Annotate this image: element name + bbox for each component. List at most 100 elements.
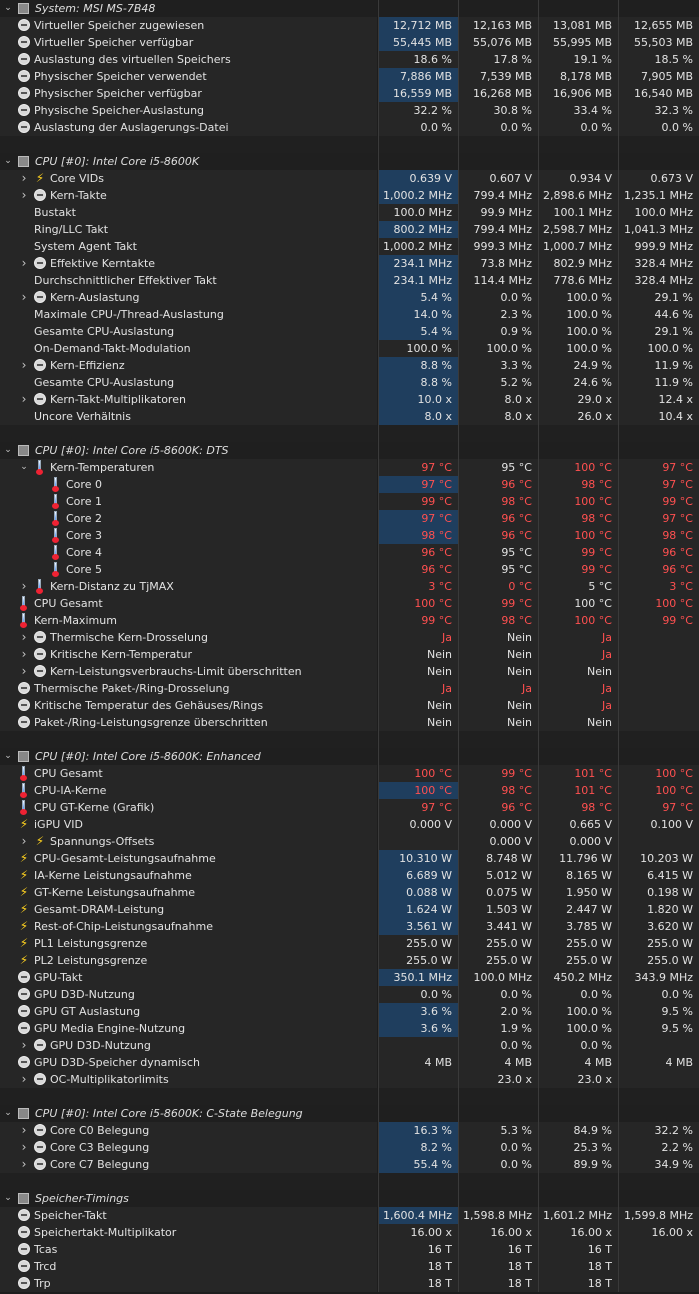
expand-chevron-icon[interactable]: › bbox=[19, 1139, 29, 1156]
sensor-row[interactable]: › Kern-Leistungsverbrauchs-Limit überschr… bbox=[0, 663, 699, 680]
expand-chevron-icon[interactable]: › bbox=[19, 1122, 29, 1139]
current-value: 255.0 W bbox=[378, 952, 458, 969]
sensor-row[interactable]: Core 1 99 °C 98 °C 100 °C 99 °C bbox=[0, 493, 699, 510]
expand-chevron-icon[interactable]: › bbox=[19, 170, 29, 187]
sensor-row[interactable]: Maximale CPU-/Thread-Auslastung 14.0 % 2.3… bbox=[0, 306, 699, 323]
expand-chevron-icon[interactable]: › bbox=[19, 629, 29, 646]
sensor-row[interactable]: Durchschnittlicher Effektiver Takt 234.1 … bbox=[0, 272, 699, 289]
expand-chevron-icon[interactable]: › bbox=[19, 578, 29, 595]
expand-chevron-icon[interactable]: › bbox=[19, 663, 29, 680]
sensor-row[interactable]: ⚡ PL2 Leistungsgrenze 255.0 W 255.0 W 255.0 … bbox=[0, 952, 699, 969]
sensor-row[interactable]: System Agent Takt 1,000.2 MHz 999.3 MHz 1,0… bbox=[0, 238, 699, 255]
sensor-row[interactable]: Physischer Speicher verfügbar 16,559 MB 16… bbox=[0, 85, 699, 102]
sensor-row[interactable]: Gesamte CPU-Auslastung 5.4 % 0.9 % 100.0 % 2… bbox=[0, 323, 699, 340]
sensor-row[interactable]: › Kern-Distanz zu TjMAX 3 °C 0 °C 5 °C 3 °C bbox=[0, 578, 699, 595]
collapse-chevron-icon[interactable]: ⌄ bbox=[19, 459, 29, 476]
sensor-row[interactable]: Speichertakt-Multiplikator 16.00 x 16.00 x… bbox=[0, 1224, 699, 1241]
sensor-row[interactable]: › Kritische Kern-Temperatur Nein Nein Ja bbox=[0, 646, 699, 663]
expand-chevron-icon[interactable]: › bbox=[19, 357, 29, 374]
section-header[interactable]: ⌄ System: MSI MS-7B48 bbox=[0, 0, 699, 17]
sensor-row[interactable]: › Kern-Takte 1,000.2 MHz 799.4 MHz 2,898.6 M… bbox=[0, 187, 699, 204]
sensor-row[interactable]: Virtueller Speicher verfügbar 55,445 MB 55… bbox=[0, 34, 699, 51]
section-header[interactable]: ⌄ Speicher-Timings bbox=[0, 1190, 699, 1207]
sensor-row[interactable]: CPU Gesamt 100 °C 99 °C 100 °C 100 °C bbox=[0, 595, 699, 612]
sensor-row[interactable]: › Kern-Auslastung 5.4 % 0.0 % 100.0 % 29.1 % bbox=[0, 289, 699, 306]
sensor-row[interactable]: ⚡ IA-Kerne Leistungsaufnahme 6.689 W 5.012 … bbox=[0, 867, 699, 884]
sensor-row[interactable]: Gesamte CPU-Auslastung 8.8 % 5.2 % 24.6 % 11… bbox=[0, 374, 699, 391]
expand-chevron-icon[interactable]: › bbox=[19, 255, 29, 272]
sensor-row[interactable]: Trp 18 T 18 T 18 T bbox=[0, 1275, 699, 1292]
section-header[interactable]: ⌄ CPU [#0]: Intel Core i5-8600K bbox=[0, 153, 699, 170]
collapse-chevron-icon[interactable]: ⌄ bbox=[3, 1105, 13, 1122]
sensor-row[interactable]: Core 4 96 °C 95 °C 99 °C 96 °C bbox=[0, 544, 699, 561]
sensor-row[interactable]: Core 3 98 °C 96 °C 100 °C 98 °C bbox=[0, 527, 699, 544]
sensor-row[interactable]: GPU GT Auslastung 3.6 % 2.0 % 100.0 % 9.5 % bbox=[0, 1003, 699, 1020]
sensor-row[interactable]: › Core C0 Belegung 16.3 % 5.3 % 84.9 % 32.2 % bbox=[0, 1122, 699, 1139]
average-value: 16,540 MB bbox=[618, 85, 699, 102]
expand-chevron-icon[interactable]: › bbox=[19, 289, 29, 306]
sensor-row[interactable]: Physische Speicher-Auslastung 32.2 % 30.8 … bbox=[0, 102, 699, 119]
sensor-row[interactable]: › OC-Multiplikatorlimits 23.0 x 23.0 x bbox=[0, 1071, 699, 1088]
expand-chevron-icon[interactable]: › bbox=[19, 646, 29, 663]
sensor-row[interactable]: › Thermische Kern-Drosselung Ja Nein Ja bbox=[0, 629, 699, 646]
sensor-row[interactable]: CPU Gesamt 100 °C 99 °C 101 °C 100 °C bbox=[0, 765, 699, 782]
sensor-row[interactable]: Thermische Paket-/Ring-Drosselung Ja Ja Ja bbox=[0, 680, 699, 697]
spacer-cell bbox=[378, 1088, 458, 1105]
collapse-chevron-icon[interactable]: ⌄ bbox=[3, 153, 13, 170]
sensor-row[interactable]: Bustakt 100.0 MHz 99.9 MHz 100.1 MHz 100.0 M… bbox=[0, 204, 699, 221]
sensor-row[interactable]: Virtueller Speicher zugewiesen 12,712 MB 1… bbox=[0, 17, 699, 34]
sensor-row[interactable]: › GPU D3D-Nutzung 0.0 % 0.0 % bbox=[0, 1037, 699, 1054]
sensor-row[interactable]: On-Demand-Takt-Modulation 100.0 % 100.0 % 1… bbox=[0, 340, 699, 357]
sensor-row[interactable]: ⚡ iGPU VID 0.000 V 0.000 V 0.665 V 0.100 V bbox=[0, 816, 699, 833]
expand-chevron-icon[interactable]: › bbox=[19, 1156, 29, 1173]
sensor-row[interactable]: › Kern-Effizienz 8.8 % 3.3 % 24.9 % 11.9 % bbox=[0, 357, 699, 374]
sensor-row[interactable]: Kritische Temperatur des Gehäuses/Rings N… bbox=[0, 697, 699, 714]
sensor-row[interactable]: › ⚡ Spannungs-Offsets 0.000 V 0.000 V bbox=[0, 833, 699, 850]
sensor-row[interactable]: Uncore Verhältnis 8.0 x 8.0 x 26.0 x 10.4 x bbox=[0, 408, 699, 425]
expand-chevron-icon[interactable]: › bbox=[19, 1071, 29, 1088]
current-value: 1,000.2 MHz bbox=[378, 238, 458, 255]
collapse-chevron-icon[interactable]: ⌄ bbox=[3, 0, 13, 17]
sensor-row[interactable]: ⚡ CPU-Gesamt-Leistungsaufnahme 10.310 W 8.7… bbox=[0, 850, 699, 867]
sensor-row[interactable]: ⌄ Kern-Temperaturen 97 °C 95 °C 100 °C 97 °C bbox=[0, 459, 699, 476]
sensor-row[interactable]: GPU Media Engine-Nutzung 3.6 % 1.9 % 100.0 … bbox=[0, 1020, 699, 1037]
sensor-row[interactable]: CPU GT-Kerne (Grafik) 97 °C 96 °C 98 °C 97 °… bbox=[0, 799, 699, 816]
sensor-row[interactable]: › ⚡ Core VIDs 0.639 V 0.607 V 0.934 V 0.673 V bbox=[0, 170, 699, 187]
sensor-row[interactable]: ⚡ GT-Kerne Leistungsaufnahme 0.088 W 0.075 … bbox=[0, 884, 699, 901]
expand-chevron-icon[interactable]: › bbox=[19, 833, 29, 850]
collapse-chevron-icon[interactable]: ⌄ bbox=[3, 1190, 13, 1207]
sensor-row[interactable]: Trcd 18 T 18 T 18 T bbox=[0, 1258, 699, 1275]
sensor-row[interactable]: ⚡ PL1 Leistungsgrenze 255.0 W 255.0 W 255.0 … bbox=[0, 935, 699, 952]
sensor-row[interactable]: › Effektive Kerntakte 234.1 MHz 73.8 MHz 802… bbox=[0, 255, 699, 272]
section-header[interactable]: ⌄ CPU [#0]: Intel Core i5-8600K: Enhanced bbox=[0, 748, 699, 765]
expand-chevron-icon[interactable]: › bbox=[19, 391, 29, 408]
section-header[interactable]: ⌄ CPU [#0]: Intel Core i5-8600K: C-State … bbox=[0, 1105, 699, 1122]
sensor-row[interactable]: Auslastung des virtuellen Speichers 18.6 … bbox=[0, 51, 699, 68]
sensor-row[interactable]: Physischer Speicher verwendet 7,886 MB 7,5… bbox=[0, 68, 699, 85]
sensor-row[interactable]: Core 5 96 °C 95 °C 99 °C 96 °C bbox=[0, 561, 699, 578]
sensor-label: CPU Gesamt bbox=[34, 767, 103, 780]
sensor-row[interactable]: Ring/LLC Takt 800.2 MHz 799.4 MHz 2,598.7 M… bbox=[0, 221, 699, 238]
collapse-chevron-icon[interactable]: ⌄ bbox=[3, 748, 13, 765]
current-value: 99 °C bbox=[378, 493, 458, 510]
sensor-row[interactable]: CPU-IA-Kerne 100 °C 98 °C 101 °C 100 °C bbox=[0, 782, 699, 799]
section-header[interactable]: ⌄ CPU [#0]: Intel Core i5-8600K: DTS bbox=[0, 442, 699, 459]
sensor-row[interactable]: GPU D3D-Nutzung 0.0 % 0.0 % 0.0 % 0.0 % bbox=[0, 986, 699, 1003]
sensor-row[interactable]: GPU D3D-Speicher dynamisch 4 MB 4 MB 4 MB 4 … bbox=[0, 1054, 699, 1071]
sensor-row[interactable]: › Core C3 Belegung 8.2 % 0.0 % 25.3 % 2.2 % bbox=[0, 1139, 699, 1156]
sensor-row[interactable]: ⚡ Gesamt-DRAM-Leistung 1.624 W 1.503 W 2.447… bbox=[0, 901, 699, 918]
sensor-row[interactable]: Tcas 16 T 16 T 16 T bbox=[0, 1241, 699, 1258]
sensor-row[interactable]: Core 0 97 °C 96 °C 98 °C 97 °C bbox=[0, 476, 699, 493]
sensor-row[interactable]: GPU-Takt 350.1 MHz 100.0 MHz 450.2 MHz 343.9… bbox=[0, 969, 699, 986]
sensor-row[interactable]: Paket-/Ring-Leistungsgrenze überschritte… bbox=[0, 714, 699, 731]
expand-chevron-icon[interactable]: › bbox=[19, 187, 29, 204]
sensor-row[interactable]: Kern-Maximum 99 °C 98 °C 100 °C 99 °C bbox=[0, 612, 699, 629]
sensor-row[interactable]: Auslastung der Auslagerungs-Datei 0.0 % 0.… bbox=[0, 119, 699, 136]
collapse-chevron-icon[interactable]: ⌄ bbox=[3, 442, 13, 459]
sensor-row[interactable]: › Kern-Takt-Multiplikatoren 10.0 x 8.0 x 29.… bbox=[0, 391, 699, 408]
sensor-row[interactable]: ⚡ Rest-of-Chip-Leistungsaufnahme 3.561 W 3.… bbox=[0, 918, 699, 935]
sensor-row[interactable]: Core 2 97 °C 96 °C 98 °C 97 °C bbox=[0, 510, 699, 527]
expand-chevron-icon[interactable]: › bbox=[19, 1037, 29, 1054]
sensor-row[interactable]: › Core C7 Belegung 55.4 % 0.0 % 89.9 % 34.9 % bbox=[0, 1156, 699, 1173]
sensor-row[interactable]: Speicher-Takt 1,600.4 MHz 1,598.8 MHz 1,601… bbox=[0, 1207, 699, 1224]
